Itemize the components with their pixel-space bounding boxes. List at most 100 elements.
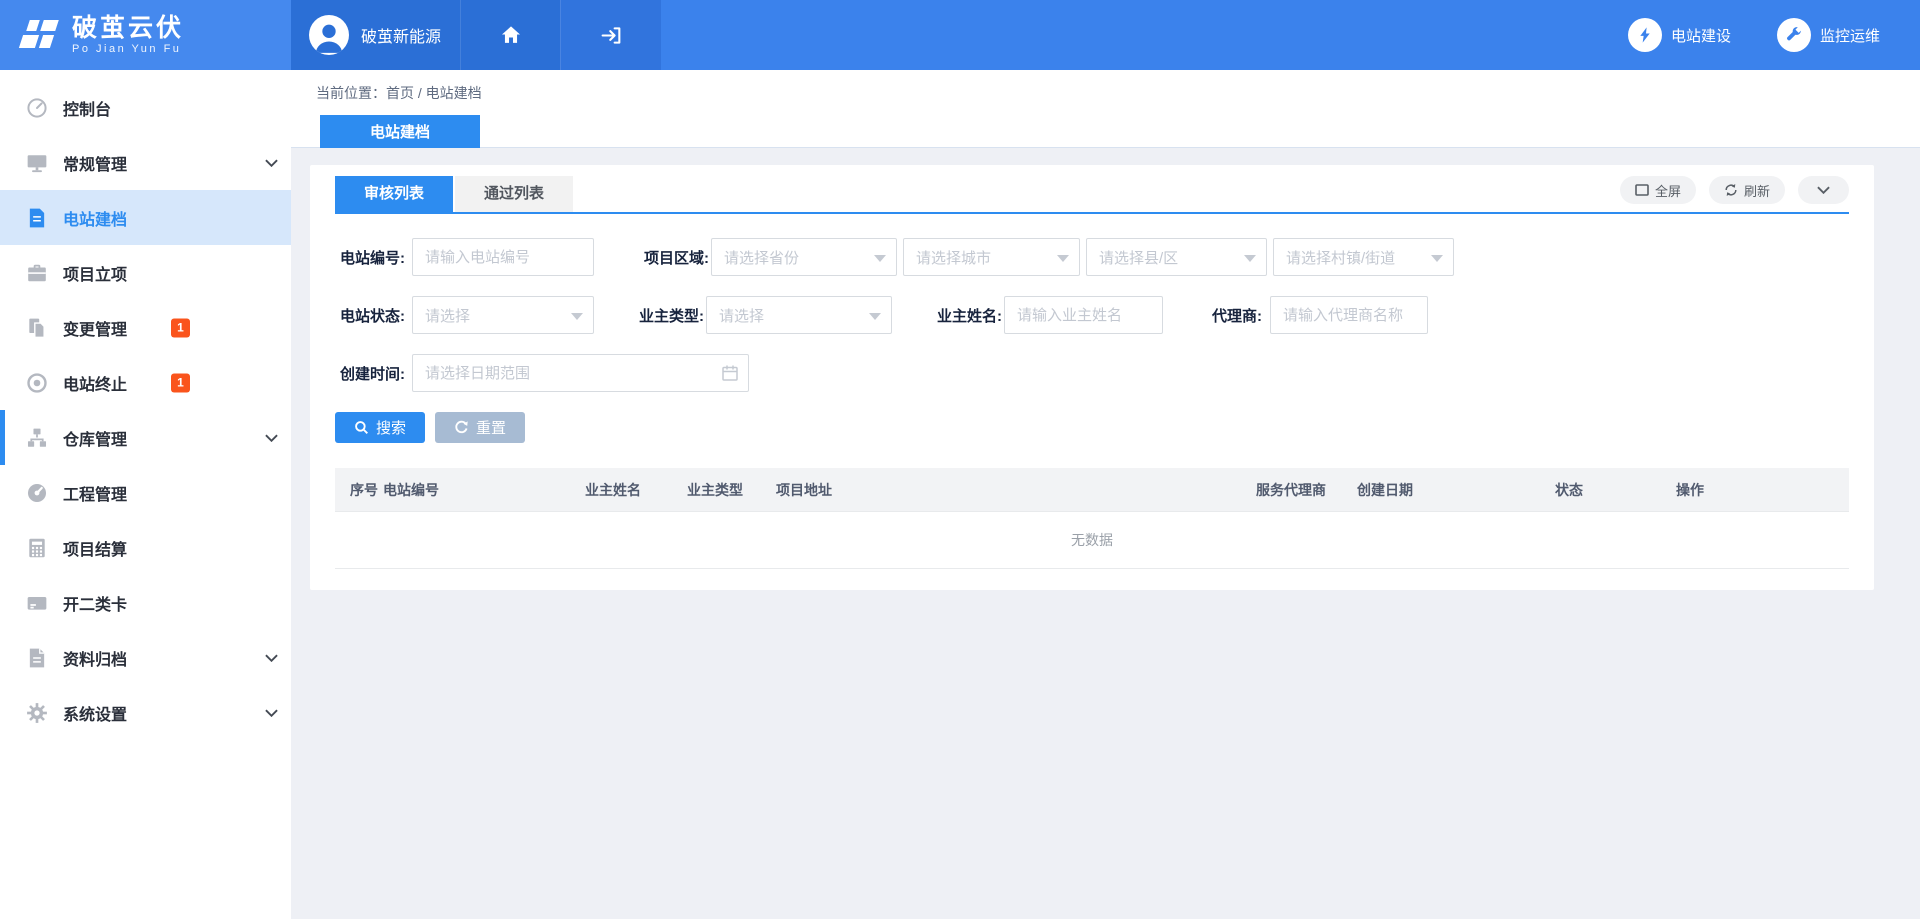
sidebar-item-data-archive[interactable]: 资料归档	[0, 630, 291, 685]
home-button[interactable]	[460, 0, 560, 70]
nav-monitor-ops[interactable]: 监控运维	[1777, 18, 1880, 52]
col-owner-name: 业主姓名	[585, 480, 687, 500]
city-select[interactable]: 请选择城市	[903, 238, 1080, 276]
sitemap-icon	[26, 427, 48, 449]
results-table: 序号 电站编号 业主姓名 业主类型 项目地址 服务代理商 创建日期 状态 操作 …	[335, 468, 1849, 569]
col-serial: 序号	[350, 480, 383, 500]
col-agent: 服务代理商	[1256, 480, 1357, 500]
form-row-2: 电站状态: 请选择 业主类型: 请选择 业主姓名: 代理商:	[335, 296, 1849, 334]
col-owner-type: 业主类型	[687, 480, 776, 500]
breadcrumb-path: 首页 / 电站建档	[386, 85, 482, 101]
sidebar: 控制台 常规管理 电站建档	[0, 70, 291, 919]
agent-label: 代理商:	[1206, 305, 1262, 326]
search-form: 电站编号: 项目区域: 请选择省份 请选择城市 请选择县/区	[335, 214, 1849, 443]
sidebar-item-project-settlement[interactable]: 项目结算	[0, 520, 291, 575]
chevron-down-icon	[265, 159, 278, 167]
calculator-icon	[26, 537, 48, 559]
nav-station-build-label: 电站建设	[1671, 25, 1731, 46]
caret-down-icon	[874, 255, 886, 262]
archive-icon	[26, 647, 48, 669]
gear-icon	[26, 702, 48, 724]
sidebar-item-project-initiation[interactable]: 项目立项	[0, 245, 291, 300]
province-select[interactable]: 请选择省份	[711, 238, 897, 276]
dashboard-icon	[26, 97, 48, 119]
reset-icon	[454, 420, 469, 435]
table-header-row: 序号 电站编号 业主姓名 业主类型 项目地址 服务代理商 创建日期 状态 操作	[335, 468, 1849, 512]
sidebar-item-station-filing[interactable]: 电站建档	[0, 190, 291, 245]
date-range-picker[interactable]	[412, 354, 749, 392]
station-no-input[interactable]	[412, 238, 594, 276]
logo-mark-icon	[16, 18, 62, 52]
panel: 审核列表 通过列表 全屏	[310, 165, 1874, 590]
station-status-label: 电站状态:	[335, 305, 405, 326]
caret-down-icon	[1057, 255, 1069, 262]
region-label: 项目区域:	[644, 247, 705, 268]
empty-state: 无数据	[335, 512, 1849, 569]
owner-type-select[interactable]: 请选择	[706, 296, 892, 334]
app-header: 破茧云伏 Po Jian Yun Fu 破茧新能源	[0, 0, 1920, 70]
panel-toolbar: 全屏 刷新	[1620, 176, 1849, 204]
breadcrumb: 当前位置：首页 / 电站建档	[316, 83, 482, 103]
nav-monitor-ops-label: 监控运维	[1820, 25, 1880, 46]
caret-down-icon	[571, 313, 583, 320]
collapse-button[interactable]	[1798, 176, 1849, 204]
login-arrow-icon	[600, 25, 623, 46]
logo-subtitle: Po Jian Yun Fu	[72, 43, 184, 55]
chevron-down-icon	[265, 709, 278, 717]
sidebar-item-type2-card[interactable]: 开二类卡	[0, 575, 291, 630]
change-mgmt-badge: 1	[171, 318, 190, 337]
search-button[interactable]: 搜索	[335, 412, 425, 443]
col-actions: 操作	[1676, 480, 1849, 500]
sidebar-item-change-mgmt[interactable]: 变更管理 1	[0, 300, 291, 355]
chevron-down-icon	[1817, 186, 1830, 194]
tab-review-list[interactable]: 审核列表	[335, 176, 453, 212]
caret-down-icon	[1431, 255, 1443, 262]
content: 审核列表 通过列表 全屏	[291, 148, 1920, 590]
date-range-input[interactable]	[412, 354, 749, 392]
created-time-label: 创建时间:	[335, 363, 405, 384]
station-status-select[interactable]: 请选择	[412, 296, 594, 334]
person-icon	[309, 17, 349, 55]
breadcrumb-prefix: 当前位置：	[316, 85, 386, 101]
header-user-block: 破茧新能源	[291, 0, 661, 70]
caret-down-icon	[869, 313, 881, 320]
town-select[interactable]: 请选择村镇/街道	[1273, 238, 1454, 276]
lightning-icon	[1628, 18, 1662, 52]
app-logo: 破茧云伏 Po Jian Yun Fu	[0, 0, 291, 70]
refresh-icon	[1724, 183, 1738, 197]
avatar	[309, 15, 349, 55]
form-row-1: 电站编号: 项目区域: 请选择省份 请选择城市 请选择县/区	[335, 238, 1849, 276]
search-icon	[354, 420, 369, 435]
nav-station-build[interactable]: 电站建设	[1628, 18, 1731, 52]
form-row-3: 创建时间:	[335, 354, 1849, 392]
chevron-down-icon	[265, 654, 278, 662]
page-tab-station-filing[interactable]: 电站建档	[320, 115, 480, 148]
panel-tabbar: 审核列表 通过列表 全屏	[335, 165, 1849, 214]
sidebar-item-system-settings[interactable]: 系统设置	[0, 685, 291, 740]
county-select[interactable]: 请选择县/区	[1086, 238, 1267, 276]
user-menu[interactable]: 破茧新能源	[291, 0, 460, 70]
caret-down-icon	[1244, 255, 1256, 262]
fullscreen-icon	[1635, 184, 1649, 196]
owner-name-input[interactable]	[1004, 296, 1163, 334]
monitor-icon	[26, 152, 48, 174]
sidebar-item-warehouse-mgmt[interactable]: 仓库管理	[0, 410, 291, 465]
col-station-no: 电站编号	[383, 480, 585, 500]
refresh-button[interactable]: 刷新	[1709, 176, 1785, 204]
document-icon	[26, 207, 48, 229]
topbar: 当前位置：首页 / 电站建档 电站建档	[291, 70, 1920, 148]
fullscreen-button[interactable]: 全屏	[1620, 176, 1696, 204]
sidebar-item-engineering-mgmt[interactable]: 工程管理	[0, 465, 291, 520]
sidebar-item-station-termination[interactable]: 电站终止 1	[0, 355, 291, 410]
tab-passed-list[interactable]: 通过列表	[455, 176, 573, 212]
briefcase-icon	[26, 262, 48, 284]
owner-type-label: 业主类型:	[639, 305, 700, 326]
col-address: 项目地址	[776, 480, 1256, 500]
agent-input[interactable]	[1270, 296, 1428, 334]
col-status: 状态	[1555, 480, 1676, 500]
wrench-icon	[1777, 18, 1811, 52]
sidebar-item-console[interactable]: 控制台	[0, 80, 291, 135]
reset-button[interactable]: 重置	[435, 412, 525, 443]
logout-button[interactable]	[560, 0, 661, 70]
sidebar-item-general-mgmt[interactable]: 常规管理	[0, 135, 291, 190]
